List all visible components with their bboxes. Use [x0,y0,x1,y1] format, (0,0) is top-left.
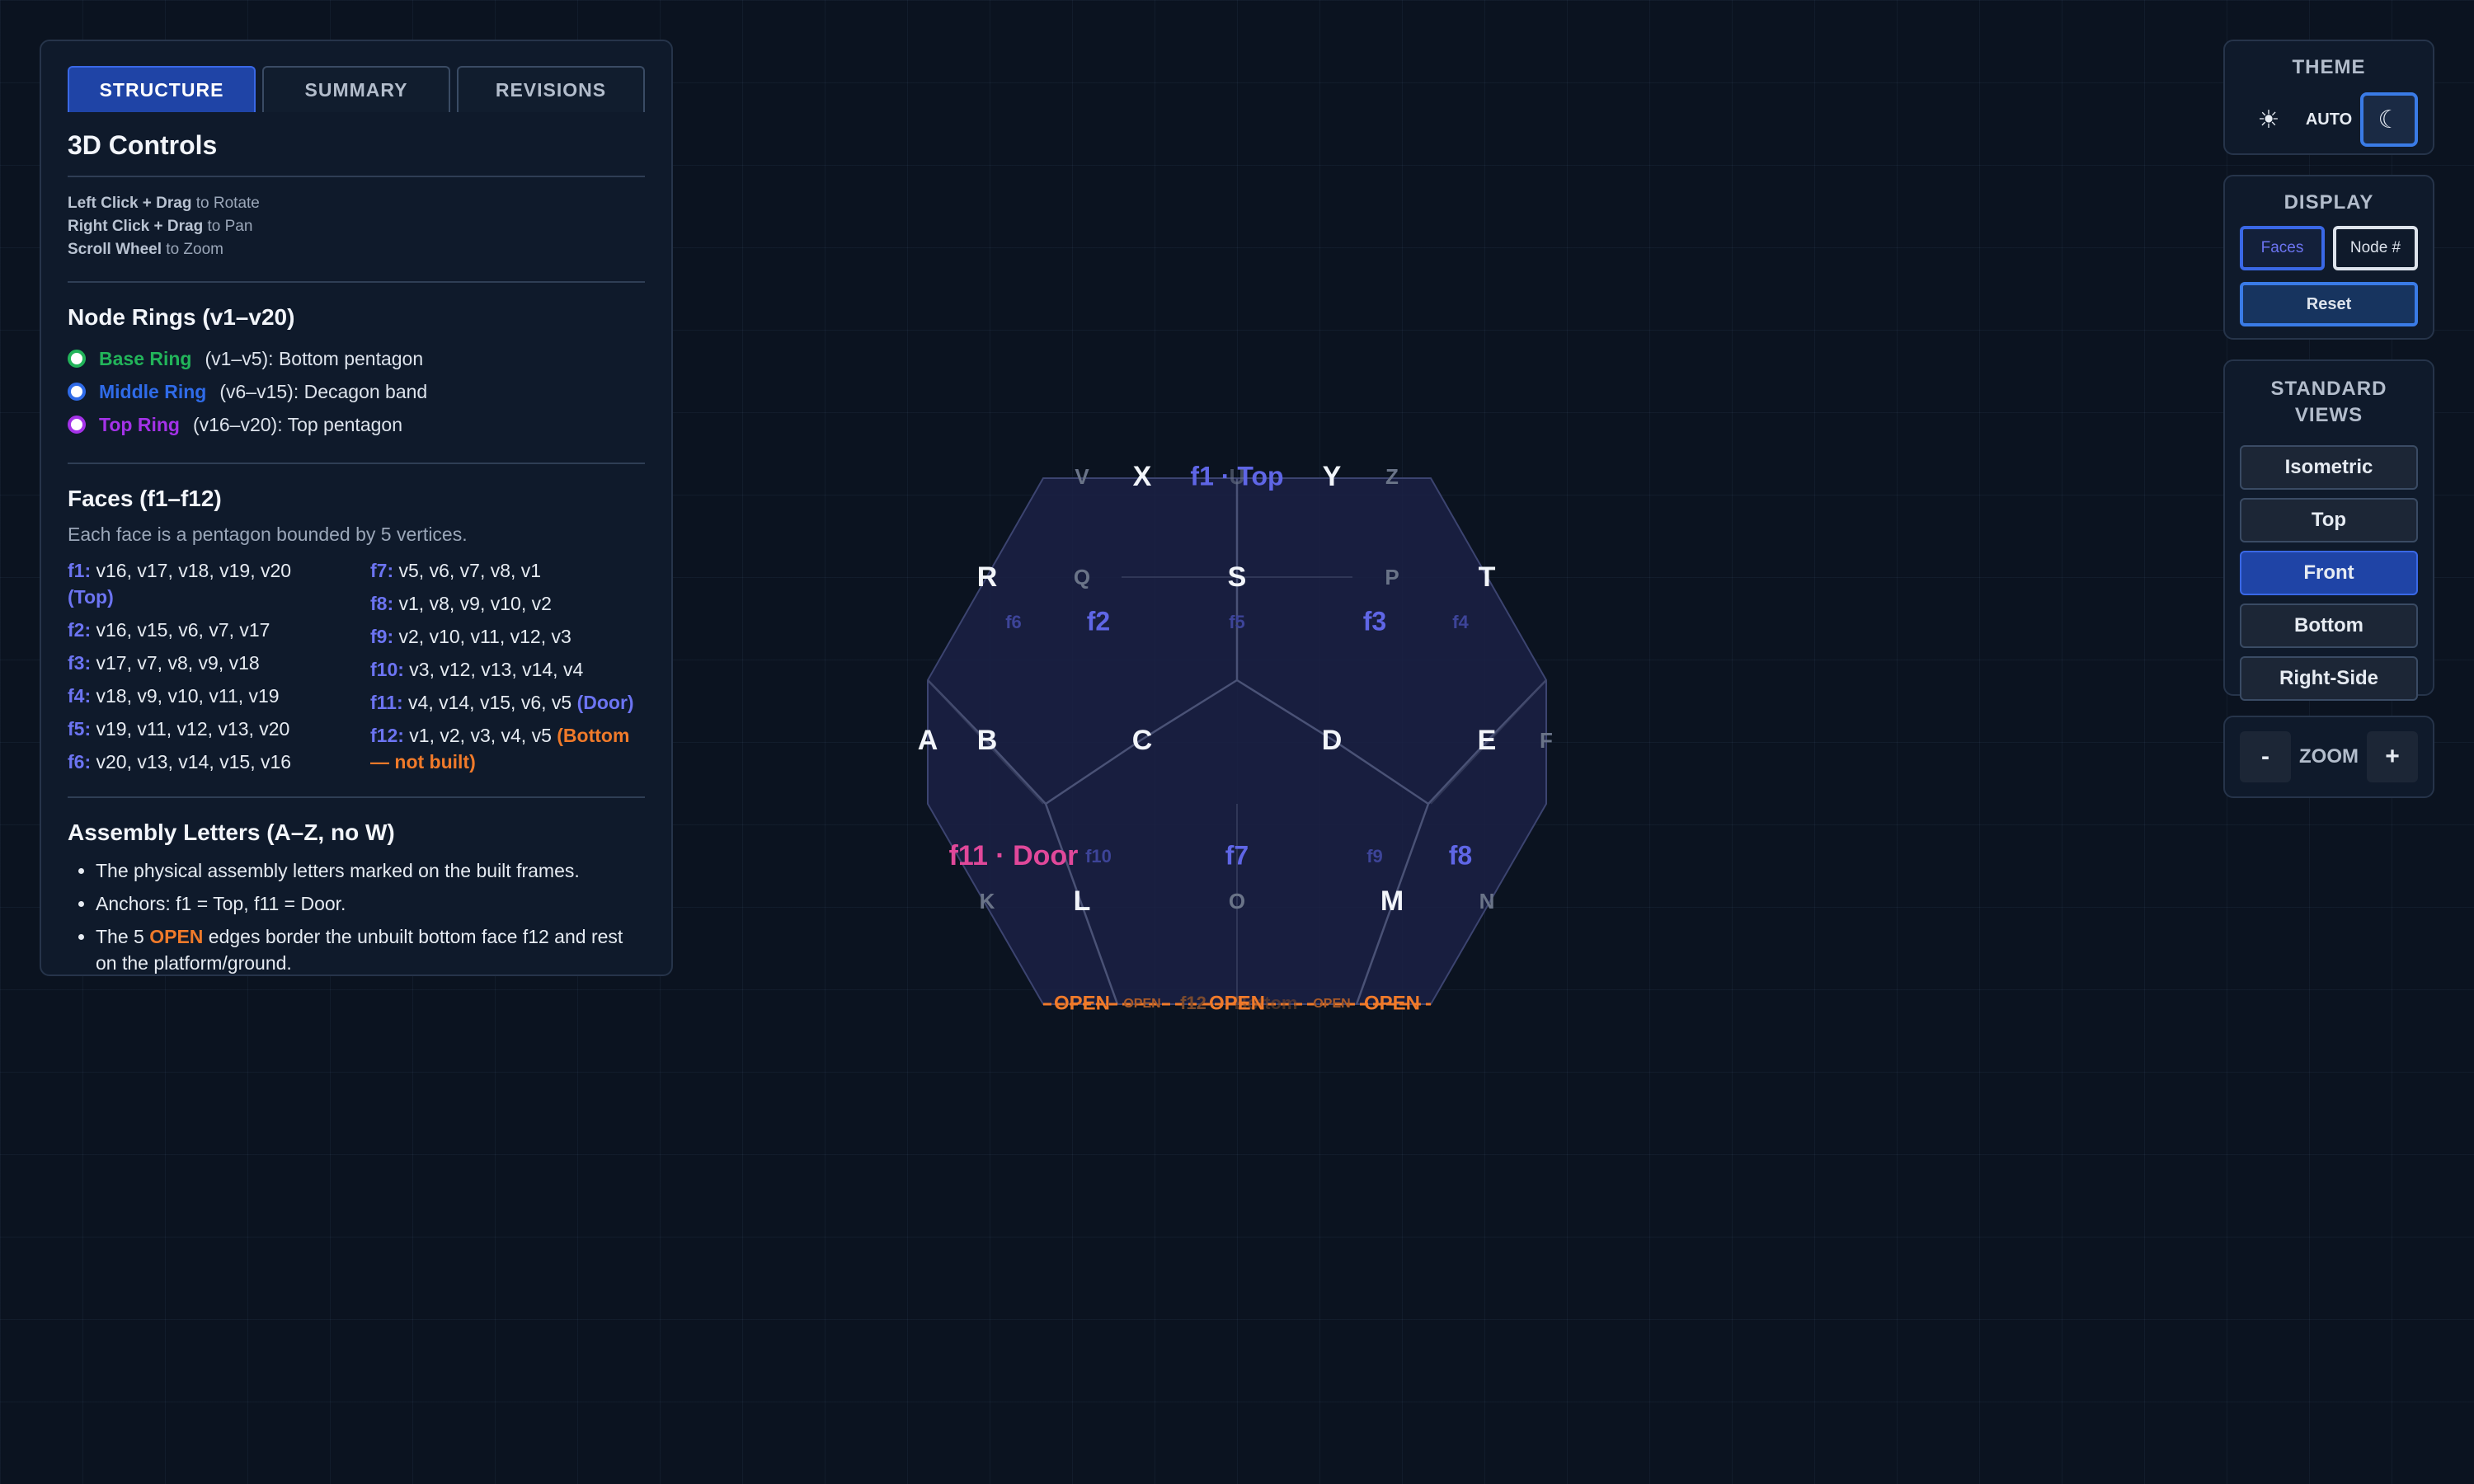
faces-toggle[interactable]: Faces [2240,226,2325,270]
vertex-letter-k: K [980,889,995,913]
dark-theme-moon-icon[interactable]: ☾ [2360,92,2418,147]
vertex-letter-a: A [918,725,938,756]
zoom-in-button[interactable]: + [2367,731,2418,782]
vertex-letter-q: Q [1074,565,1090,589]
view-isometric-button[interactable]: Isometric [2240,445,2418,490]
auto-theme-button[interactable]: AUTO [2300,92,2358,147]
theme-title: THEME [2292,56,2366,78]
vertex-letter-p: P [1385,565,1399,589]
vertex-letter-o: O [1229,889,1245,913]
face-label-f8: f8 [1449,840,1472,870]
display-toggles: Faces Node # [2240,226,2418,270]
light-theme-sun-icon[interactable]: ☀ [2240,92,2298,147]
views-title: STANDARD VIEWS [2270,378,2387,426]
vertex-letter-y: Y [1323,461,1342,492]
face-label-f11: f11 · Door [949,840,1079,871]
face-label-f2: f2 [1087,606,1110,636]
view-front-button[interactable]: Front [2240,551,2418,595]
vertex-letter-s: S [1228,561,1247,593]
vertex-letter-m: M [1380,885,1404,917]
node-number-toggle[interactable]: Node # [2333,226,2418,270]
dodecahedron-model[interactable]: f1 · Top f2 f3 f4 f5 f6 f7 f8 f9 f10 f11… [918,461,1553,1014]
vertex-letter-f: F [1540,728,1553,753]
open-label: OPEN [1123,997,1160,1011]
zoom-out-button[interactable]: - [2240,731,2291,782]
open-label: OPEN [1364,992,1420,1014]
face-label-f6: f6 [1005,612,1022,632]
face-label-f10: f10 [1085,846,1112,866]
face-label-f7: f7 [1225,840,1249,870]
standard-views-panel: STANDARD VIEWS Isometric Top Front Botto… [2223,359,2434,701]
open-label: OPEN [1209,992,1265,1014]
dodecahedron-viewport[interactable]: f1 · Top f2 f3 f4 f5 f6 f7 f8 f9 f10 f11… [0,0,2474,1484]
face-label-f12: f12 [1180,993,1206,1013]
vertex-letter-t: T [1479,561,1496,593]
open-label: OPEN [1054,992,1110,1014]
vertex-letter-c: C [1132,725,1153,756]
face-label-f3: f3 [1363,606,1386,636]
face-label-f4: f4 [1452,612,1469,632]
zoom-panel: - ZOOM + [2223,716,2434,798]
display-title: DISPLAY [2284,191,2374,214]
vertex-letter-x: X [1133,461,1152,492]
open-label: OPEN [1313,997,1350,1011]
view-top-button[interactable]: Top [2240,498,2418,542]
view-right-side-button[interactable]: Right-Side [2240,656,2418,701]
vertex-letter-e: E [1478,725,1497,756]
display-panel: DISPLAY Faces Node # Reset [2223,175,2434,340]
vertex-letter-b: B [977,725,998,756]
face-label-f9: f9 [1366,846,1383,866]
reset-button[interactable]: Reset [2240,282,2418,326]
view-bottom-button[interactable]: Bottom [2240,603,2418,648]
zoom-label: ZOOM [2299,745,2359,768]
face-label-f5: f5 [1229,612,1245,632]
vertex-letter-r: R [977,561,998,593]
vertex-letter-v: V [1075,464,1089,489]
theme-options: ☀ AUTO ☾ [2240,92,2418,147]
vertex-letter-u: U [1230,464,1245,489]
vertex-letter-n: N [1479,889,1495,913]
vertex-letter-d: D [1322,725,1343,756]
vertex-letter-l: L [1074,885,1091,917]
vertex-letter-z: Z [1385,464,1399,489]
theme-panel: THEME ☀ AUTO ☾ [2223,40,2434,155]
